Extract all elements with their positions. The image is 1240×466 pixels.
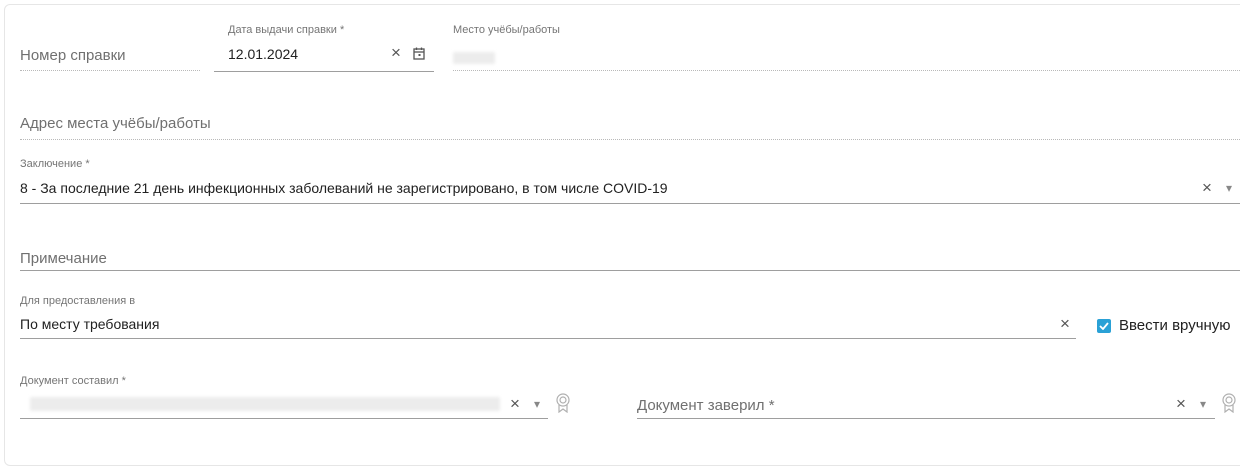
conclusion-clear-icon[interactable]: ×	[1198, 178, 1216, 197]
checkmark-icon	[1099, 322, 1109, 330]
study-work-address-field[interactable]	[20, 139, 1240, 140]
provide-to-clear-icon[interactable]: ×	[1056, 314, 1074, 333]
document-certified-by-label: Документ заверил *	[637, 397, 775, 414]
issue-date-clear-icon[interactable]: ×	[387, 43, 405, 62]
calendar-icon[interactable]	[411, 45, 427, 61]
certificate-icon[interactable]	[553, 392, 573, 414]
issue-date-input[interactable]: 12.01.2024	[228, 46, 298, 62]
study-work-place-label: Место учёбы/работы	[453, 24, 560, 36]
note-field[interactable]	[20, 270, 1240, 271]
provide-to-underline	[20, 338, 1076, 339]
compiled-by-chevron-down-icon[interactable]: ▾	[530, 396, 544, 412]
compiled-by-clear-icon[interactable]: ×	[506, 394, 524, 413]
document-compiled-by-underline	[20, 418, 548, 419]
document-compiled-by-label: Документ составил *	[20, 375, 126, 387]
provide-to-input[interactable]: По месту требования	[20, 316, 159, 332]
document-compiled-by-value-redacted[interactable]	[30, 397, 500, 411]
provide-to-label: Для предоставления в	[20, 295, 136, 307]
issue-date-underline	[214, 71, 434, 72]
note-label: Примечание	[20, 250, 107, 267]
certificate-number-label: Номер справки	[20, 47, 126, 64]
document-certified-by-underline	[637, 418, 1215, 419]
certified-by-clear-icon[interactable]: ×	[1172, 394, 1190, 413]
conclusion-select[interactable]: 8 - За последние 21 день инфекционных за…	[20, 180, 668, 196]
study-work-place-field[interactable]	[453, 70, 1240, 71]
manual-entry-label[interactable]: Ввести вручную	[1119, 317, 1231, 334]
certified-by-certificate-icon[interactable]	[1219, 392, 1239, 414]
issue-date-label: Дата выдачи справки *	[228, 24, 345, 36]
certified-by-chevron-down-icon[interactable]: ▾	[1196, 396, 1210, 412]
study-work-place-value-redacted	[453, 52, 495, 64]
conclusion-label: Заключение *	[20, 158, 90, 170]
conclusion-underline	[20, 203, 1240, 204]
certificate-number-field[interactable]	[20, 70, 200, 71]
manual-entry-checkbox[interactable]	[1097, 319, 1111, 333]
study-work-address-label: Адрес места учёбы/работы	[20, 115, 211, 132]
chevron-down-icon[interactable]: ▾	[1222, 180, 1236, 196]
